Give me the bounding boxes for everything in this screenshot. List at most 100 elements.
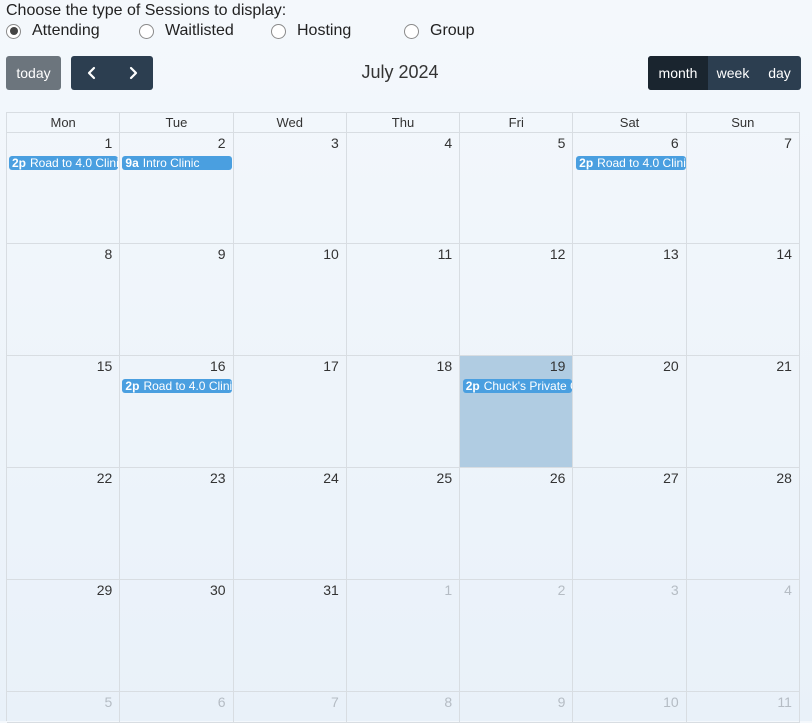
calendar-day-cell[interactable]: 5	[460, 133, 574, 243]
day-number[interactable]: 2	[558, 582, 566, 598]
calendar-day-cell[interactable]: 28	[687, 468, 800, 579]
radio-hosting[interactable]: Hosting	[271, 22, 351, 40]
calendar-day-cell[interactable]: 9	[460, 692, 574, 722]
day-number[interactable]: 11	[777, 694, 792, 710]
day-number[interactable]: 10	[323, 246, 339, 262]
day-number[interactable]: 28	[776, 470, 792, 486]
radio-waitlisted[interactable]: Waitlisted	[139, 22, 234, 40]
calendar-day-cell[interactable]: 10	[573, 692, 687, 722]
calendar-day-cell[interactable]: 4	[687, 580, 800, 691]
day-number[interactable]: 3	[331, 135, 339, 151]
radio-hosting-circle[interactable]	[271, 23, 286, 39]
day-number[interactable]: 4	[444, 135, 452, 151]
day-number[interactable]: 22	[97, 470, 113, 486]
radio-group-circle[interactable]	[404, 23, 419, 39]
day-number[interactable]: 13	[663, 246, 679, 262]
calendar-day-cell[interactable]: 22	[7, 468, 121, 579]
day-number[interactable]: 7	[784, 135, 792, 151]
day-number[interactable]: 10	[663, 694, 679, 710]
calendar-day-cell[interactable]: 7	[234, 692, 347, 722]
calendar-day-cell[interactable]: 1	[7, 133, 121, 243]
calendar-day-cell[interactable]: 15	[7, 356, 121, 467]
day-number[interactable]: 24	[323, 470, 339, 486]
calendar-day-cell[interactable]: 31	[234, 580, 347, 691]
day-number[interactable]: 8	[104, 246, 112, 262]
day-number[interactable]: 15	[97, 358, 113, 374]
day-number[interactable]: 12	[550, 246, 566, 262]
calendar-day-cell[interactable]: 17	[234, 356, 347, 467]
calendar-day-cell[interactable]: 11	[347, 244, 461, 355]
view-day-button[interactable]: day	[758, 56, 801, 90]
calendar-day-cell[interactable]: 3	[573, 580, 687, 691]
day-number[interactable]: 21	[776, 358, 792, 374]
calendar-event[interactable]: 2p Road to 4.0 Clinic	[122, 379, 232, 393]
day-number[interactable]: 26	[550, 470, 566, 486]
day-number[interactable]: 2	[218, 135, 226, 151]
calendar-event[interactable]: 2p Road to 4.0 Clinic	[576, 156, 686, 170]
calendar-day-cell[interactable]: 2	[460, 580, 574, 691]
day-number[interactable]: 30	[210, 582, 226, 598]
day-number[interactable]: 5	[104, 694, 112, 710]
day-number[interactable]: 1	[104, 135, 112, 151]
day-number[interactable]: 7	[331, 694, 339, 710]
day-number[interactable]: 1	[444, 582, 452, 598]
radio-attending-circle[interactable]	[6, 23, 21, 39]
day-number[interactable]: 18	[437, 358, 453, 374]
calendar-day-cell[interactable]: 30	[120, 580, 234, 691]
calendar-day-cell[interactable]: 8	[347, 692, 461, 722]
calendar-day-cell[interactable]: 25	[347, 468, 461, 579]
calendar-event[interactable]: 2pChuck's Private Group	[462, 379, 573, 393]
calendar-day-cell[interactable]: 1	[347, 580, 461, 691]
calendar-day-cell[interactable]: 6	[573, 133, 687, 243]
calendar-day-cell[interactable]: 3	[234, 133, 347, 243]
calendar-day-cell[interactable]: 26	[460, 468, 574, 579]
day-number[interactable]: 11	[438, 246, 453, 262]
calendar-day-cell[interactable]: 24	[234, 468, 347, 579]
calendar-event[interactable]: 2p Road to 4.0 Clinic	[9, 156, 119, 170]
calendar-day-cell[interactable]: 27	[573, 468, 687, 579]
day-number[interactable]: 27	[663, 470, 679, 486]
day-number[interactable]: 25	[437, 470, 453, 486]
calendar-day-cell[interactable]: 18	[347, 356, 461, 467]
day-number[interactable]: 9	[558, 694, 566, 710]
calendar-day-cell[interactable]: 10	[234, 244, 347, 355]
calendar-day-cell[interactable]: 2	[120, 133, 234, 243]
day-number[interactable]: 14	[776, 246, 792, 262]
day-number[interactable]: 20	[663, 358, 679, 374]
radio-waitlisted-circle[interactable]	[139, 23, 154, 39]
day-number[interactable]: 29	[97, 582, 113, 598]
calendar-event[interactable]: 9a Intro Clinic	[122, 156, 232, 170]
day-number[interactable]: 6	[671, 135, 679, 151]
day-number[interactable]: 3	[671, 582, 679, 598]
day-number[interactable]: 19	[550, 358, 566, 374]
calendar-day-cell[interactable]: 23	[120, 468, 234, 579]
day-number[interactable]: 16	[210, 358, 226, 374]
day-number[interactable]: 6	[218, 694, 226, 710]
radio-group[interactable]: Group	[404, 22, 474, 40]
day-number[interactable]: 23	[210, 470, 226, 486]
day-number[interactable]: 31	[323, 582, 339, 598]
calendar-day-cell[interactable]: 14	[687, 244, 800, 355]
radio-attending[interactable]: Attending	[6, 22, 100, 40]
calendar-day-cell[interactable]: 7	[687, 133, 800, 243]
day-number[interactable]: 5	[558, 135, 566, 151]
calendar-day-cell[interactable]: 6	[120, 692, 234, 722]
calendar-day-cell[interactable]: 5	[7, 692, 121, 722]
calendar-day-cell-today[interactable]: 19	[460, 356, 574, 467]
view-month-button[interactable]: month	[648, 56, 708, 90]
calendar-day-cell[interactable]: 20	[573, 356, 687, 467]
calendar-day-cell[interactable]: 12	[460, 244, 574, 355]
view-week-button[interactable]: week	[708, 56, 758, 90]
calendar-day-cell[interactable]: 4	[347, 133, 461, 243]
day-number[interactable]: 17	[323, 358, 339, 374]
day-number[interactable]: 8	[444, 694, 452, 710]
calendar-day-cell[interactable]: 29	[7, 580, 121, 691]
calendar-day-cell[interactable]: 21	[687, 356, 800, 467]
calendar-day-cell[interactable]: 13	[573, 244, 687, 355]
calendar-day-cell[interactable]: 11	[687, 692, 800, 722]
calendar-day-cell[interactable]: 9	[120, 244, 234, 355]
day-number[interactable]: 9	[218, 246, 226, 262]
day-number[interactable]: 4	[784, 582, 792, 598]
calendar-day-cell[interactable]: 16	[120, 356, 234, 467]
calendar-day-cell[interactable]: 8	[7, 244, 121, 355]
